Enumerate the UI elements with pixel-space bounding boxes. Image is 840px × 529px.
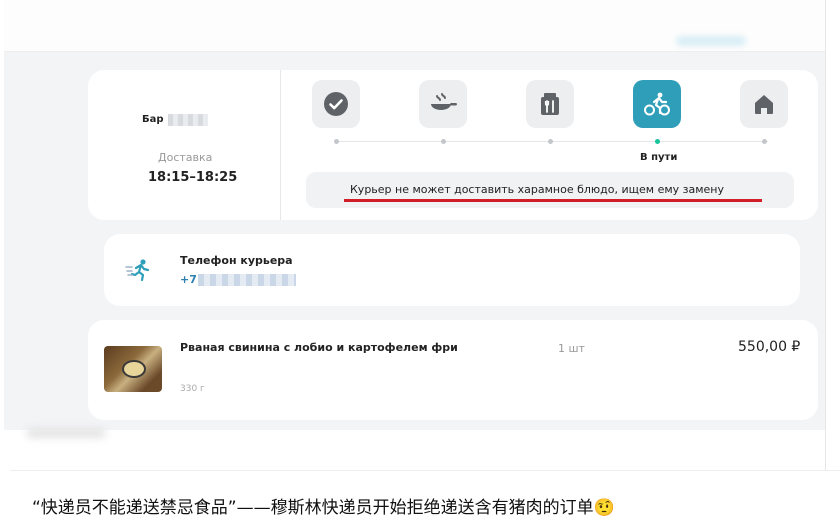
step-delivered: [740, 80, 788, 128]
step-dot: [762, 139, 767, 144]
redacted-restaurant-name: [168, 114, 208, 126]
order-screenshot: Бар Доставка 18:15–18:25 В пути Курьер н…: [4, 0, 826, 470]
status-message: Курьер не может доставить харамное блюдо…: [350, 183, 725, 196]
step-dot: [441, 139, 446, 144]
status-message-box: Курьер не может доставить харамное блюдо…: [306, 172, 794, 208]
step-dot: [334, 139, 339, 144]
delivery-time: 18:15–18:25: [148, 170, 238, 185]
running-courier-icon: [124, 258, 154, 286]
delivery-label: Доставка: [158, 151, 213, 164]
product-price: 550,00 ₽: [738, 339, 801, 355]
cooking-pan-icon: [428, 91, 458, 117]
courier-phone-card[interactable]: Телефон курьера +7: [104, 234, 800, 306]
step-dot-active: [655, 139, 660, 144]
step-packing: [526, 80, 574, 128]
step-on-the-way: [633, 80, 681, 128]
red-underline-annotation: [344, 199, 762, 202]
blurred-region: [676, 36, 746, 46]
card-divider: [280, 70, 281, 220]
courier-phone-number[interactable]: +7: [180, 273, 197, 286]
product-image: [104, 346, 162, 392]
product-name: Рваная свинина с лобио и картофелем фри: [180, 341, 458, 354]
step-cooking: [419, 80, 467, 128]
bottom-area: [4, 430, 825, 470]
product-quantity: 1 шт: [558, 342, 585, 355]
blurred-region: [26, 428, 106, 438]
check-icon: [323, 91, 349, 117]
caption-text: “快递员不能递送禁忌食品”——穆斯林快递员开始拒绝递送含有猪肉的订单🤨: [32, 498, 615, 518]
order-status-card: Бар Доставка 18:15–18:25 В пути Курьер н…: [88, 70, 818, 220]
step-dot: [548, 139, 553, 144]
package-icon: [539, 91, 561, 117]
product-row: Рваная свинина с лобио и картофелем фри …: [88, 320, 818, 420]
product-weight: 330 г: [180, 384, 205, 394]
restaurant-name: Бар: [142, 114, 164, 125]
step-confirmed: [312, 80, 360, 128]
home-icon: [752, 92, 776, 116]
redacted-phone-number: [198, 274, 296, 286]
active-step-label: В пути: [640, 152, 678, 163]
bicycle-courier-icon: [643, 91, 671, 117]
caption-bar: “快递员不能递送禁忌食品”——穆斯林快递员开始拒绝递送含有猪肉的订单🤨: [10, 470, 840, 529]
courier-phone-label: Телефон курьера: [180, 254, 293, 267]
